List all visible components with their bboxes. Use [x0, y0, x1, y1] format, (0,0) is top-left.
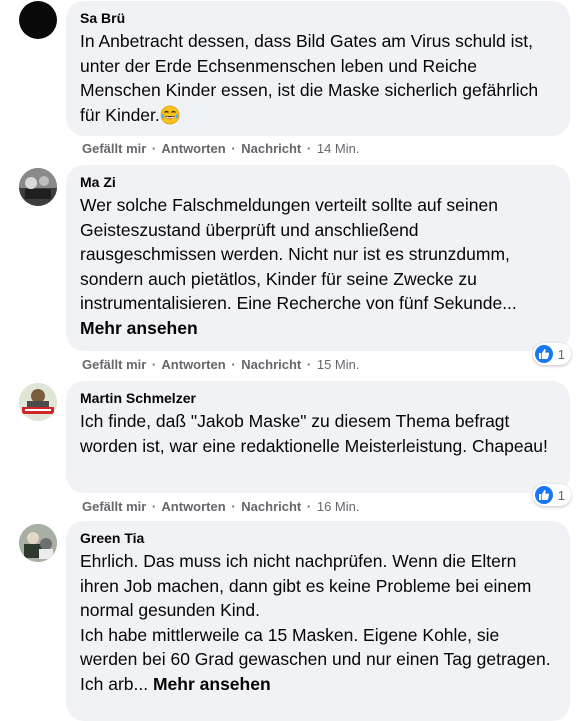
message-button[interactable]: Nachricht [241, 141, 301, 156]
comment-author[interactable]: Ma Zi [80, 173, 556, 191]
message-button[interactable]: Nachricht [241, 499, 301, 514]
like-button[interactable]: Gefällt mir [82, 141, 146, 156]
thumbs-up-icon [534, 486, 553, 504]
separator: · [231, 357, 236, 372]
message-button[interactable]: Nachricht [241, 357, 301, 372]
thumbs-up-icon [534, 345, 553, 363]
separator: · [231, 499, 236, 514]
crying-laughing-emoji-icon [160, 105, 180, 124]
separator: · [306, 141, 312, 156]
comment-actions: Gefällt mir · Antworten · Nachricht · 14… [82, 141, 359, 157]
see-more-link[interactable]: Mehr ansehen [80, 318, 198, 338]
comment-text: In Anbetracht dessen, dass Bild Gates am… [80, 31, 539, 125]
reply-button[interactable]: Antworten [161, 141, 225, 156]
timestamp[interactable]: 14 Min. [317, 141, 360, 156]
like-button[interactable]: Gefällt mir [82, 499, 146, 514]
comment-text: Wer solche Falschmeldungen verteilt soll… [80, 195, 517, 338]
avatar-image [19, 383, 57, 421]
separator: · [151, 141, 157, 156]
comment-author[interactable]: Green Tia [80, 529, 556, 547]
reaction-count: 1 [557, 346, 565, 362]
comment-text: Ich finde, daß "Jakob Maske" zu diesem T… [80, 411, 548, 456]
timestamp[interactable]: 15 Min. [317, 357, 360, 372]
avatar[interactable] [19, 383, 57, 421]
comment-bubble: Green Tia Ehrlich. Das muss ich nicht na… [66, 521, 570, 721]
comment-author[interactable]: Sa Brü [80, 9, 556, 27]
separator: · [151, 357, 157, 372]
avatar-image [19, 524, 57, 562]
separator: · [231, 141, 236, 156]
comment-text: Ehrlich. Das muss ich nicht nachprüfen. … [80, 551, 551, 694]
like-button[interactable]: Gefällt mir [82, 357, 146, 372]
separator: · [151, 499, 157, 514]
comment-bubble: Ma Zi Wer solche Falschmeldungen verteil… [66, 165, 570, 351]
avatar-image [19, 168, 57, 206]
comment-actions: Gefällt mir · Antworten · Nachricht · 15… [82, 357, 359, 373]
separator: · [306, 357, 312, 372]
comment-bubble: Sa Brü In Anbetracht dessen, dass Bild G… [66, 1, 570, 136]
avatar[interactable] [19, 524, 57, 562]
reaction-badge[interactable]: 1 [532, 343, 571, 365]
separator: · [306, 499, 312, 514]
avatar[interactable] [19, 168, 57, 206]
reaction-count: 1 [557, 487, 565, 503]
comment-bubble: Martin Schmelzer Ich finde, daß "Jakob M… [66, 381, 570, 493]
reaction-badge[interactable]: 1 [532, 484, 571, 506]
timestamp[interactable]: 16 Min. [317, 499, 360, 514]
comment-author[interactable]: Martin Schmelzer [80, 389, 556, 407]
comment-actions: Gefällt mir · Antworten · Nachricht · 16… [82, 499, 359, 515]
reply-button[interactable]: Antworten [161, 499, 225, 514]
see-more-link[interactable]: Mehr ansehen [153, 674, 271, 694]
avatar[interactable] [19, 1, 57, 39]
reply-button[interactable]: Antworten [161, 357, 225, 372]
